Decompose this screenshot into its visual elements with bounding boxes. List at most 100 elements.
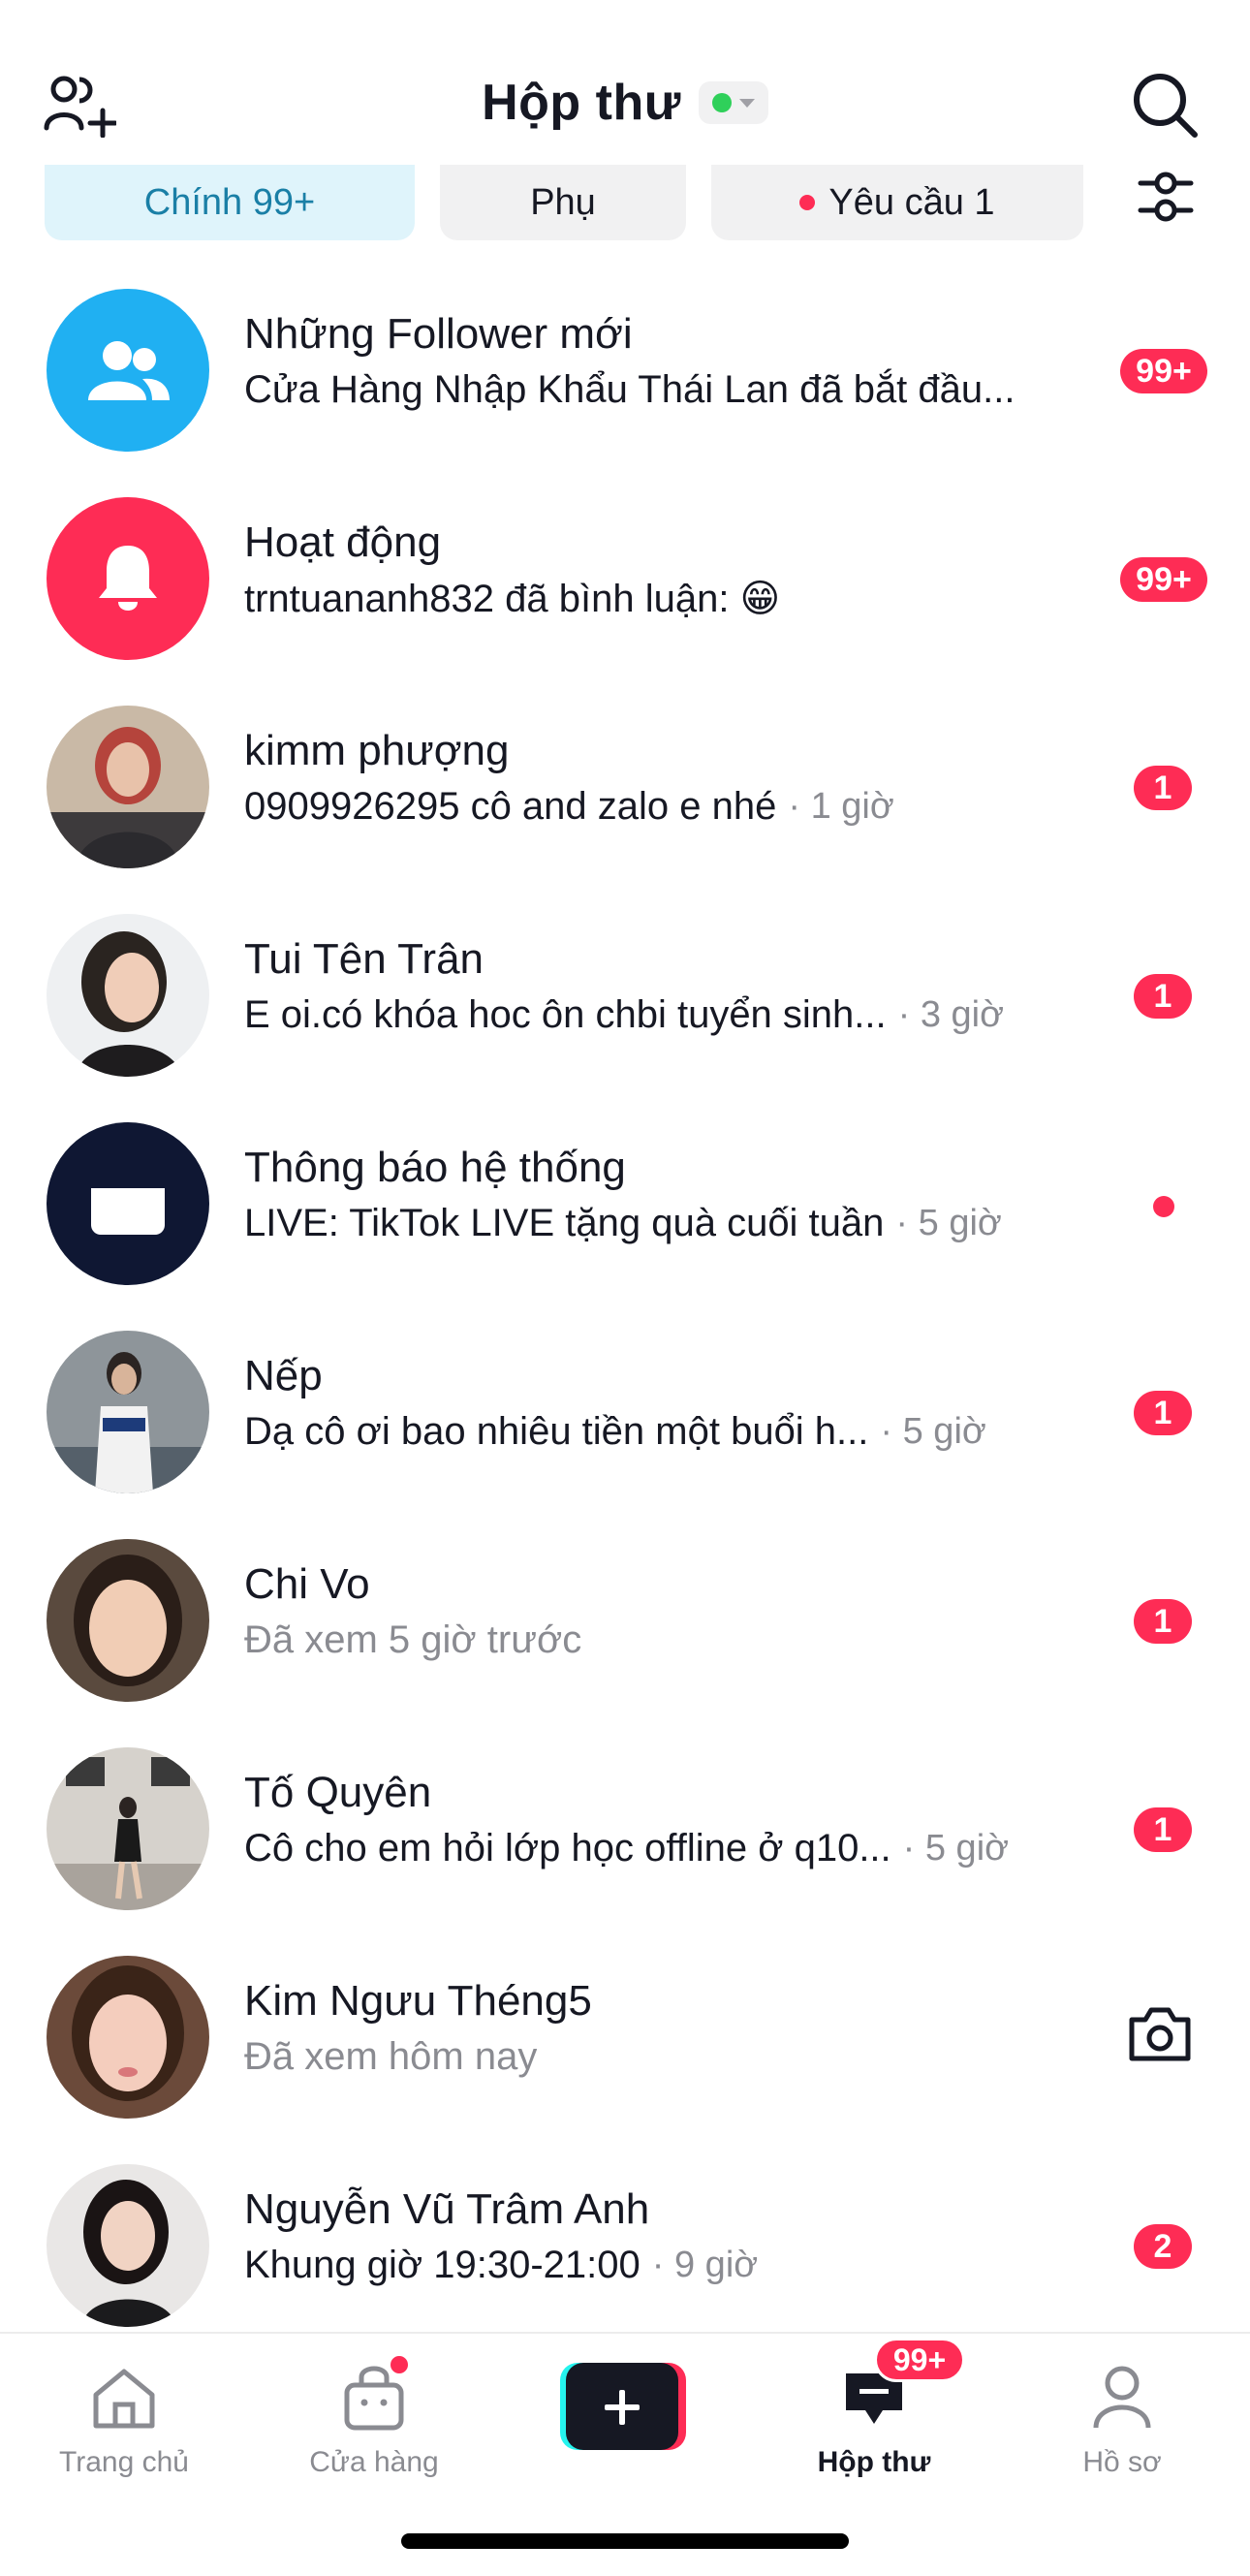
inbox-filter-tabs: Chính 99+ Phụ Yêu cầu 1 bbox=[45, 165, 1083, 240]
user-photo bbox=[47, 1331, 209, 1493]
search-icon bbox=[1134, 74, 1198, 138]
avatar bbox=[47, 914, 209, 1077]
tab-secondary[interactable]: Phụ bbox=[440, 165, 686, 240]
profile-icon bbox=[1083, 2359, 1161, 2436]
conversation-preview: Dạ cô ơi bao nhiêu tiền một buổi h... · … bbox=[244, 1410, 986, 1454]
conversation-preview: Khung giờ 19:30-21:00 · 9 giờ bbox=[244, 2244, 758, 2287]
list-item[interactable]: Những Follower mới Cửa Hàng Nhập Khẩu Th… bbox=[0, 267, 1250, 476]
message-text: 0909926295 cô and zalo e nhé bbox=[244, 785, 777, 828]
search-button[interactable] bbox=[1124, 64, 1205, 145]
avatar bbox=[47, 1539, 209, 1702]
list-item[interactable]: Thông báo hệ thống LIVE: TikTok LIVE tặn… bbox=[0, 1101, 1250, 1309]
unread-badge: 1 bbox=[1134, 1807, 1192, 1852]
message-time: · 3 giờ bbox=[897, 994, 1005, 1035]
conversation-name: Chi Vo bbox=[244, 1560, 370, 1608]
message-text: trntuananh832 đã bình luận: 😁 bbox=[244, 578, 781, 620]
avatar bbox=[47, 289, 209, 452]
tab-inbox[interactable]: 99+ Hộp thư bbox=[777, 2338, 971, 2504]
conversation-name: Kim Ngưu Théng5 bbox=[244, 1977, 592, 2025]
shopping-bag-icon bbox=[335, 2353, 413, 2436]
message-text: Dạ cô ơi bao nhiêu tiền một buổi h... bbox=[244, 1410, 869, 1453]
list-item[interactable]: Chi Vo Đã xem 5 giờ trước 1 bbox=[0, 1518, 1250, 1726]
list-item[interactable]: Nếp Dạ cô ơi bao nhiêu tiền một buổi h..… bbox=[0, 1309, 1250, 1518]
message-time: · 1 giờ bbox=[788, 786, 894, 827]
avatar bbox=[47, 706, 209, 868]
bell-icon bbox=[99, 546, 157, 611]
conversation-name: Hoạt động bbox=[244, 518, 442, 566]
online-status-toggle[interactable] bbox=[698, 81, 768, 124]
create-button[interactable] bbox=[560, 2363, 686, 2450]
message-text: Đã xem hôm nay bbox=[244, 2035, 538, 2078]
unread-badge: 2 bbox=[1134, 2224, 1192, 2269]
tab-label: Cửa hàng bbox=[309, 2446, 439, 2478]
list-item[interactable]: Nguyễn Vũ Trâm Anh Khung giờ 19:30-21:00… bbox=[0, 2143, 1250, 2351]
conversation-preview: trntuananh832 đã bình luận: 😁 bbox=[244, 577, 780, 621]
tab-label: Hộp thư bbox=[817, 2446, 931, 2478]
user-photo bbox=[47, 914, 209, 1077]
message-text: LIVE: TikTok LIVE tặng quà cuối tuần bbox=[244, 1202, 885, 1244]
user-photo bbox=[47, 1956, 209, 2119]
home-icon bbox=[85, 2359, 163, 2436]
conversation-name: Những Follower mới bbox=[244, 310, 633, 358]
avatar bbox=[47, 2164, 209, 2327]
tab-label: Yêu cầu 1 bbox=[828, 181, 995, 223]
unread-dot bbox=[799, 195, 816, 210]
conversation-name: Thông báo hệ thống bbox=[244, 1144, 626, 1191]
message-icon: 99+ bbox=[835, 2338, 965, 2436]
followers-icon bbox=[88, 341, 170, 400]
list-item[interactable]: Tui Tên Trân E oi.có khóa hoc ôn chbi tu… bbox=[0, 893, 1250, 1101]
chevron-down-icon bbox=[738, 98, 755, 108]
list-item[interactable]: Kim Ngưu Théng5 Đã xem hôm nay bbox=[0, 1934, 1250, 2143]
camera-icon bbox=[1129, 2007, 1191, 2061]
tab-primary[interactable]: Chính 99+ bbox=[45, 165, 415, 240]
conversation-preview: Cô cho em hỏi lớp học offline ở q10... ·… bbox=[244, 1827, 1009, 1870]
conversation-name: Nếp bbox=[244, 1352, 323, 1399]
avatar bbox=[47, 1956, 209, 2119]
unread-dot bbox=[1153, 1196, 1174, 1217]
conversation-name: Tui Tên Trân bbox=[244, 935, 484, 983]
conversation-name: Tố Quyên bbox=[244, 1769, 432, 1816]
avatar bbox=[47, 497, 209, 660]
message-time: · 5 giờ bbox=[902, 1828, 1010, 1869]
message-text: Cửa Hàng Nhập Khẩu Thái Lan đã bắt đầu..… bbox=[244, 368, 1016, 411]
tab-requests[interactable]: Yêu cầu 1 bbox=[711, 165, 1083, 240]
notification-dot bbox=[388, 2353, 411, 2376]
filter-settings-button[interactable] bbox=[1134, 165, 1198, 229]
message-time: · 9 giờ bbox=[651, 2245, 759, 2285]
tab-shop[interactable]: Cửa hàng bbox=[277, 2353, 471, 2504]
online-status-dot bbox=[711, 93, 732, 112]
conversation-name: Nguyễn Vũ Trâm Anh bbox=[244, 2185, 650, 2233]
page-title: Hộp thư bbox=[482, 75, 681, 131]
header: Hộp thư bbox=[0, 0, 1250, 165]
tab-label: Chính 99+ bbox=[143, 181, 316, 223]
user-photo bbox=[47, 2164, 209, 2327]
conversation-preview: 0909926295 cô and zalo e nhé · 1 giờ bbox=[244, 785, 894, 829]
conversation-name: kimm phượng bbox=[244, 727, 510, 774]
conversation-list: Những Follower mới Cửa Hàng Nhập Khẩu Th… bbox=[0, 267, 1250, 2351]
message-text: E oi.có khóa hoc ôn chbi tuyển sinh... bbox=[244, 993, 887, 1036]
message-time: · 5 giờ bbox=[880, 1411, 986, 1452]
user-photo bbox=[47, 1747, 209, 1910]
conversation-preview: LIVE: TikTok LIVE tặng quà cuối tuần · 5… bbox=[244, 1202, 1002, 1245]
sliders-icon bbox=[1138, 172, 1194, 222]
tab-label: Hồ sơ bbox=[1082, 2446, 1162, 2478]
list-item[interactable]: Hoạt động trntuananh832 đã bình luận: 😁 … bbox=[0, 476, 1250, 684]
tab-home[interactable]: Trang chủ bbox=[27, 2359, 221, 2504]
list-item[interactable]: kimm phượng 0909926295 cô and zalo e nhé… bbox=[0, 684, 1250, 893]
tab-profile[interactable]: Hồ sơ bbox=[1025, 2359, 1219, 2504]
unread-badge: 1 bbox=[1134, 974, 1192, 1019]
conversation-preview: Cửa Hàng Nhập Khẩu Thái Lan đã bắt đầu..… bbox=[244, 368, 1016, 412]
message-text: Khung giờ 19:30-21:00 bbox=[244, 2244, 641, 2286]
message-text: Cô cho em hỏi lớp học offline ở q10... bbox=[244, 1827, 891, 1869]
unread-badge: 1 bbox=[1134, 1391, 1192, 1435]
list-item[interactable]: Tố Quyên Cô cho em hỏi lớp học offline ở… bbox=[0, 1726, 1250, 1934]
tab-label: Phụ bbox=[530, 181, 596, 223]
inbox-unread-badge: 99+ bbox=[874, 2338, 965, 2382]
user-photo bbox=[47, 1539, 209, 1702]
camera-button[interactable] bbox=[1126, 2004, 1203, 2070]
message-text: Đã xem 5 giờ trước bbox=[244, 1618, 582, 1661]
avatar bbox=[47, 1747, 209, 1910]
home-indicator[interactable] bbox=[401, 2533, 849, 2549]
avatar bbox=[47, 1331, 209, 1493]
message-time: · 5 giờ bbox=[895, 1203, 1002, 1243]
